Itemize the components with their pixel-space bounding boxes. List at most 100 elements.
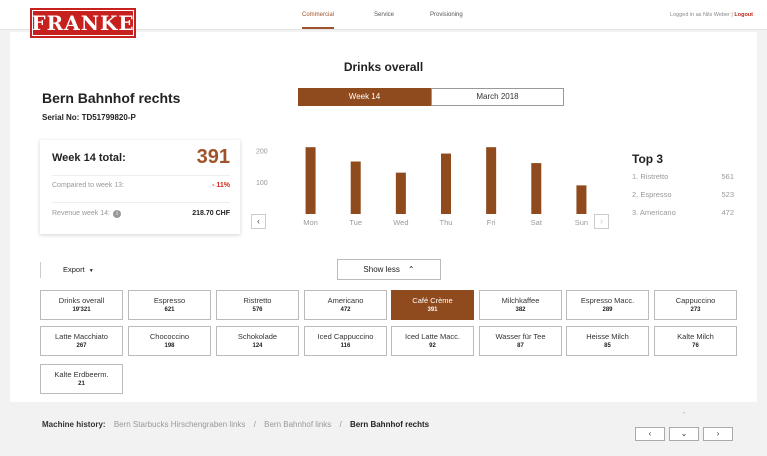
drink-tile[interactable]: Kalte Erdbeerm. 21 bbox=[40, 364, 123, 394]
drink-tile-count: 19'321 bbox=[72, 307, 91, 313]
y-tick-label: 100 bbox=[256, 180, 268, 187]
drink-tile[interactable]: Iced Cappuccino 116 bbox=[304, 326, 387, 356]
history-expand-button[interactable]: ⌄ bbox=[669, 427, 699, 441]
top3-item: 2. Espresso 523 bbox=[632, 190, 734, 199]
revenue-value: 218.70 CHF bbox=[192, 210, 230, 217]
drink-tile-count: 85 bbox=[604, 343, 611, 349]
x-tick-label: Mon bbox=[303, 218, 318, 227]
history-item[interactable]: Bern Bahnhof links bbox=[264, 420, 331, 429]
drink-tile-name: Espresso Macc. bbox=[580, 296, 635, 305]
x-tick-label: Fri bbox=[487, 218, 496, 227]
chevron-up-icon: ⌃ bbox=[407, 265, 415, 274]
drink-tile[interactable]: Heisse Milch 85 bbox=[566, 326, 649, 356]
drink-tile-name: Café Crème bbox=[412, 296, 453, 305]
chart-next-button[interactable]: › bbox=[594, 214, 609, 229]
drink-tile-count: 124 bbox=[252, 343, 263, 349]
drink-tile-count: 87 bbox=[517, 343, 524, 349]
drink-tile[interactable]: Espresso Macc. 289 bbox=[566, 290, 649, 320]
drink-tile-name: Chococcino bbox=[149, 332, 190, 341]
drink-tile[interactable]: Wasser für Tee 87 bbox=[479, 326, 562, 356]
drink-tile-name: Schokolade bbox=[237, 332, 278, 341]
drink-tile[interactable]: Ristretto 576 bbox=[216, 290, 299, 320]
drink-tile-count: 273 bbox=[690, 307, 701, 313]
history-prev-button[interactable]: ‹ bbox=[635, 427, 665, 441]
drink-tile-count: 382 bbox=[515, 307, 526, 313]
chart-bar[interactable] bbox=[395, 172, 406, 214]
period-toggle-month[interactable]: March 2018 bbox=[431, 88, 564, 106]
total-value: 391 bbox=[196, 146, 230, 168]
chevron-up-icon[interactable]: ⌃ bbox=[673, 411, 695, 421]
drink-tile-name: Americano bbox=[327, 296, 364, 305]
x-tick-label: Sun bbox=[575, 218, 588, 227]
drink-tile[interactable]: Café Crème 391 bbox=[391, 290, 474, 320]
nav-tab-service[interactable]: Service bbox=[374, 0, 394, 30]
drink-tile-name: Kalte Erdbeerm. bbox=[54, 370, 109, 379]
drink-tile-count: 21 bbox=[78, 381, 85, 387]
drink-tile-count: 267 bbox=[76, 343, 87, 349]
machine-name: Bern Bahnhof rechts bbox=[42, 90, 181, 106]
history-item[interactable]: Bern Starbucks Hirschengraben links bbox=[114, 420, 246, 429]
drink-tile-count: 391 bbox=[427, 307, 438, 313]
export-dropdown[interactable]: Export ▼ bbox=[40, 262, 130, 278]
divider bbox=[52, 202, 230, 203]
drink-tile[interactable]: Latte Macchiato 267 bbox=[40, 326, 123, 356]
drink-tile[interactable]: Cappuccino 273 bbox=[654, 290, 737, 320]
chart-bar[interactable] bbox=[576, 185, 587, 214]
drink-tile[interactable]: Milchkaffee 382 bbox=[479, 290, 562, 320]
login-status: Logged in as Nils Weber | Logout bbox=[670, 12, 753, 18]
drink-tile-name: Heisse Milch bbox=[586, 332, 629, 341]
x-tick-label: Sat bbox=[531, 218, 543, 227]
chart-bar[interactable] bbox=[305, 147, 316, 214]
drink-tile-name: Drinks overall bbox=[58, 296, 105, 305]
week-total-card: Week 14 total: 391 Compaired to week 13:… bbox=[40, 140, 240, 234]
drink-tile-name: Iced Latte Macc. bbox=[404, 332, 461, 341]
history-next-button[interactable]: › bbox=[703, 427, 733, 441]
drink-tile-name: Wasser für Tee bbox=[495, 332, 546, 341]
serial-number: Serial No: TD51799820-P bbox=[42, 113, 136, 122]
drink-tile-name: Cappuccino bbox=[675, 296, 716, 305]
drink-tile-count: 92 bbox=[429, 343, 436, 349]
drink-tile[interactable]: Espresso 621 bbox=[128, 290, 211, 320]
x-tick-label: Wed bbox=[393, 218, 408, 227]
drink-tile-count: 198 bbox=[164, 343, 175, 349]
chart-bar[interactable] bbox=[350, 161, 361, 215]
drink-tile-name: Iced Cappuccino bbox=[317, 332, 374, 341]
drink-tile[interactable]: Drinks overall 19'321 bbox=[40, 290, 123, 320]
drink-tile-count: 576 bbox=[252, 307, 263, 313]
drink-tile[interactable]: Chococcino 198 bbox=[128, 326, 211, 356]
top3-title: Top 3 bbox=[632, 152, 664, 166]
y-tick-label: 200 bbox=[256, 148, 268, 155]
logout-link[interactable]: Logout bbox=[734, 12, 753, 18]
chart-bar[interactable] bbox=[441, 153, 451, 214]
franke-logo: FRANKE bbox=[30, 8, 136, 38]
divider bbox=[52, 175, 230, 176]
drink-tile[interactable]: Americano 472 bbox=[304, 290, 387, 320]
drink-tile-name: Espresso bbox=[153, 296, 186, 305]
nav-tab-provisioning[interactable]: Provisioning bbox=[430, 0, 463, 30]
x-tick-label: Tue bbox=[349, 218, 362, 227]
drink-tile[interactable]: Kalte Milch 76 bbox=[654, 326, 737, 356]
show-less-button[interactable]: Show less ⌃ bbox=[337, 259, 441, 280]
nav-tab-commercial[interactable]: Commercial bbox=[302, 0, 335, 29]
drink-tile-count: 621 bbox=[164, 307, 175, 313]
chart-bar[interactable] bbox=[531, 163, 542, 214]
drink-tile-count: 76 bbox=[692, 343, 699, 349]
drink-tile[interactable]: Schokolade 124 bbox=[216, 326, 299, 356]
top3-item: 1. Ristretto 561 bbox=[632, 172, 734, 181]
drink-tile[interactable]: Iced Latte Macc. 92 bbox=[391, 326, 474, 356]
drink-tile-name: Milchkaffee bbox=[501, 296, 540, 305]
page-title: Drinks overall bbox=[343, 60, 424, 74]
chart-prev-button[interactable]: ‹ bbox=[251, 214, 266, 229]
info-icon[interactable]: i bbox=[112, 210, 121, 218]
logged-in-user: Logged in as Nils Weber bbox=[670, 12, 730, 18]
period-toggle-week[interactable]: Week 14 bbox=[298, 88, 431, 106]
drink-tile-name: Kalte Milch bbox=[677, 332, 714, 341]
drink-tile-name: Latte Macchiato bbox=[55, 332, 108, 341]
compare-value: - 11% bbox=[212, 182, 230, 189]
x-tick-label: Thu bbox=[440, 218, 453, 227]
history-label: Machine history: bbox=[42, 420, 106, 429]
drink-tile-count: 472 bbox=[340, 307, 351, 313]
drink-tile-count: 116 bbox=[340, 343, 351, 349]
chart-bar[interactable] bbox=[486, 147, 497, 214]
drink-tile-name: Ristretto bbox=[243, 296, 272, 305]
